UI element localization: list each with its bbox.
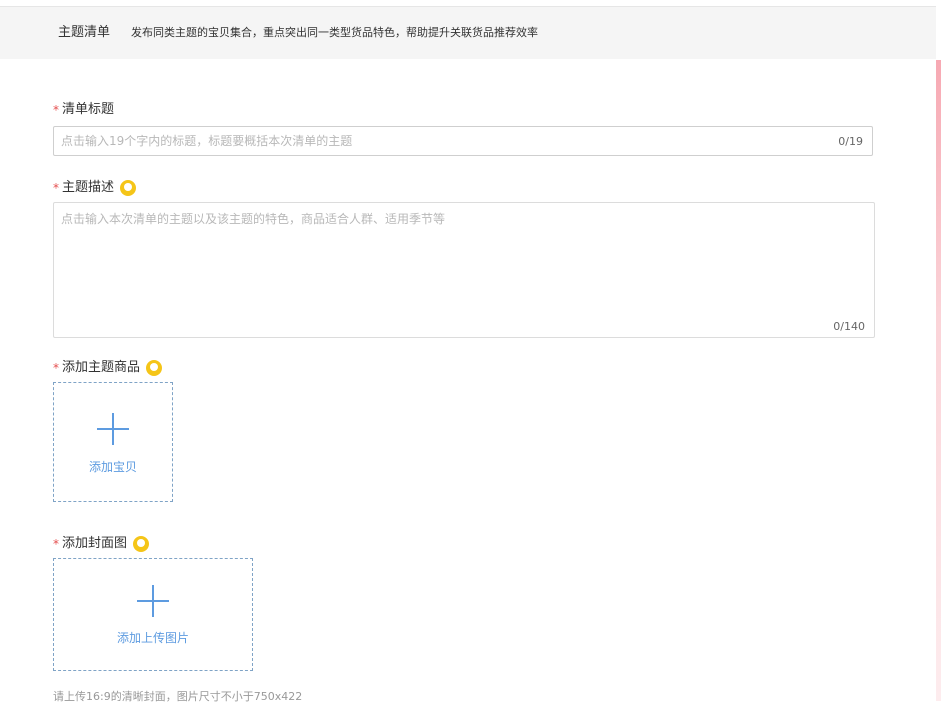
required-mark: *: [53, 179, 59, 197]
description-textarea[interactable]: [61, 210, 861, 310]
title-char-counter: 0/19: [838, 135, 863, 149]
add-product-button[interactable]: 添加宝贝: [53, 382, 173, 502]
required-mark: *: [53, 535, 59, 553]
description-field-label: * 主题描述: [53, 179, 136, 197]
right-edge-accent: [936, 60, 941, 701]
tip-icon[interactable]: [133, 536, 149, 552]
products-field-label: * 添加主题商品: [53, 359, 162, 377]
add-product-label: 添加宝贝: [54, 459, 172, 475]
cover-field-label: * 添加封面图: [53, 535, 149, 553]
required-mark: *: [53, 359, 59, 377]
title-label-text: 清单标题: [62, 101, 114, 119]
page-header: 主题清单 发布同类主题的宝贝集合，重点突出同一类型货品特色，帮助提升关联货品推荐…: [0, 6, 936, 59]
upload-cover-label: 添加上传图片: [54, 630, 252, 646]
upload-cover-button[interactable]: 添加上传图片: [53, 558, 253, 671]
tip-icon[interactable]: [120, 180, 136, 196]
cover-hint: 请上传16:9的清晰封面，图片尺寸不小于750x422: [53, 690, 302, 704]
page-description: 发布同类主题的宝贝集合，重点突出同一类型货品特色，帮助提升关联货品推荐效率: [131, 25, 538, 41]
page-title: 主题清单: [58, 24, 110, 42]
title-input[interactable]: [61, 127, 821, 155]
required-mark: *: [53, 101, 59, 119]
description-char-counter: 0/140: [833, 320, 865, 334]
tip-icon[interactable]: [146, 360, 162, 376]
cover-label-text: 添加封面图: [62, 535, 127, 553]
products-label-text: 添加主题商品: [62, 359, 140, 377]
description-textarea-wrapper: 0/140: [53, 202, 875, 338]
title-input-wrapper: 0/19: [53, 126, 873, 156]
plus-icon: [97, 413, 129, 445]
description-label-text: 主题描述: [62, 179, 114, 197]
plus-icon: [137, 585, 169, 617]
title-field-label: * 清单标题: [53, 101, 114, 119]
